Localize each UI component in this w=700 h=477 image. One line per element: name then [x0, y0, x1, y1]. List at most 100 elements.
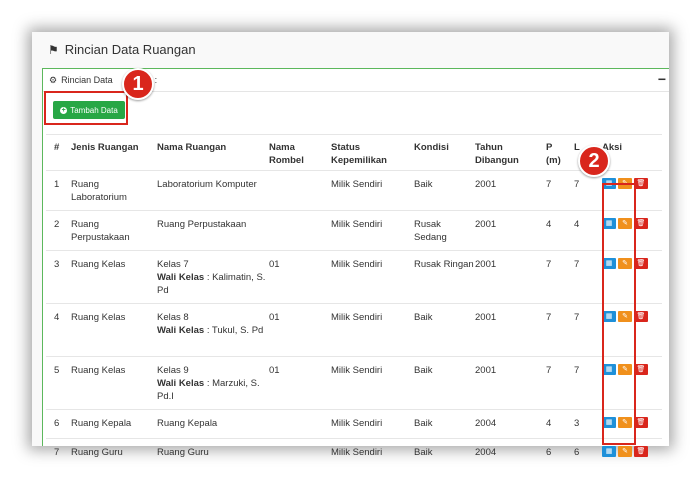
delete-button[interactable]: 🗑 — [634, 446, 648, 457]
page-title-text: Rincian Data Ruangan — [64, 42, 196, 57]
delete-button[interactable]: 🗑 — [634, 311, 648, 322]
delete-button[interactable]: 🗑 — [634, 218, 648, 229]
delete-button[interactable]: 🗑 — [634, 178, 648, 189]
table-row: 4 Ruang Kelas Kelas 8 Wali Kelas : Tukul, S… — [46, 303, 662, 357]
cell-number: 6 — [46, 409, 71, 439]
table-row: 6 Ruang Kepala Ruang Kepala Milik Sendiri Ba… — [46, 409, 662, 439]
room-name-text: Kelas 7 — [157, 259, 189, 270]
cell-number: 4 — [46, 303, 71, 357]
cell-year: 2004 — [475, 438, 546, 459]
delete-button[interactable]: 🗑 — [634, 258, 648, 269]
col-year: Tahun Dibangun — [475, 134, 546, 171]
col-actions: Aksi — [602, 134, 662, 171]
cell-condition: Baik — [414, 356, 475, 410]
cell-condition: Baik — [414, 438, 475, 459]
table-header-row: # Jenis Ruangan Nama Ruangan Nama Rombel … — [46, 134, 662, 171]
cell-width: 7 — [574, 250, 602, 304]
cell-ownership: Milik Sendiri — [331, 170, 414, 211]
cell-room-name: Kelas 7 Wali Kelas : Kalimatin, S. Pd — [157, 250, 269, 304]
row-actions: ▦ ✎ 🗑 — [602, 446, 662, 457]
cell-rombel — [269, 409, 331, 439]
cell-ownership: Milik Sendiri — [331, 409, 414, 439]
cell-year: 2001 — [475, 303, 546, 357]
cell-year: 2001 — [475, 170, 546, 211]
page-title: ⚑ Rincian Data Ruangan — [48, 42, 196, 57]
cell-room-type: Ruang Kelas — [71, 356, 157, 410]
cell-room-name: Ruang Perpustakaan — [157, 210, 269, 251]
callout-2-highlight — [602, 183, 636, 445]
col-year-line1: Tahun — [475, 142, 503, 153]
cell-number: 7 — [46, 438, 71, 459]
col-ownership-line2: Kepemilikan — [331, 155, 387, 166]
cell-number: 2 — [46, 210, 71, 251]
view-button[interactable]: ▦ — [602, 446, 616, 457]
col-rombel-line2: Rombel — [269, 155, 304, 166]
cell-width: 7 — [574, 303, 602, 357]
cell-ownership: Milik Sendiri — [331, 210, 414, 251]
cell-room-type: Ruang Kepala — [71, 409, 157, 439]
col-length-line1: P — [546, 142, 553, 153]
cell-rombel: 01 — [269, 356, 331, 410]
col-condition: Kondisi — [414, 134, 475, 171]
cell-length: 7 — [546, 170, 574, 211]
cell-length: 4 — [546, 409, 574, 439]
room-table: # Jenis Ruangan Nama Ruangan Nama Rombel … — [46, 134, 662, 459]
cell-condition: Rusak Ringan — [414, 250, 475, 304]
cell-condition: Baik — [414, 170, 475, 211]
col-room-type: Jenis Ruangan — [71, 134, 157, 171]
cell-year: 2001 — [475, 250, 546, 304]
cell-ownership: Milik Sendiri — [331, 250, 414, 304]
room-name-text: Kelas 8 — [157, 312, 189, 323]
room-name-text: Laboratorium Komputer — [157, 179, 257, 190]
table-row: 7 Ruang Guru Ruang Guru Milik Sendiri Baik 20… — [46, 438, 662, 459]
homeroom-label: Wali Kelas — [157, 325, 205, 336]
collapse-button[interactable]: − — [658, 71, 666, 87]
col-rombel-line1: Nama — [269, 142, 295, 153]
cell-ownership: Milik Sendiri — [331, 438, 414, 459]
cell-length: 4 — [546, 210, 574, 251]
table-row: 3 Ruang Kelas Kelas 7 Wali Kelas : Kalimati… — [46, 250, 662, 304]
cell-room-name: Kelas 8 Wali Kelas : Tukul, S. Pd — [157, 303, 269, 357]
panel-title: Rincian Data — [61, 75, 113, 85]
room-name-text: Ruang Kepala — [157, 418, 218, 429]
cell-ownership: Milik Sendiri — [331, 303, 414, 357]
cell-rombel — [269, 170, 331, 211]
room-name-text: Kelas 9 — [157, 365, 189, 376]
cell-width: 7 — [574, 356, 602, 410]
callout-2-badge: 2 — [578, 145, 610, 177]
callout-1-badge: 1 — [122, 68, 154, 100]
col-length-line2: (m) — [546, 155, 561, 166]
col-length: P (m) — [546, 134, 574, 171]
delete-button[interactable]: 🗑 — [634, 364, 648, 375]
cell-room-type: Ruang Guru — [71, 438, 157, 459]
tags-icon: ⚑ — [48, 42, 59, 57]
cell-year: 2001 — [475, 356, 546, 410]
cell-year: 2004 — [475, 409, 546, 439]
table-row: 5 Ruang Kelas Kelas 9 Wali Kelas : Marzuki,… — [46, 356, 662, 410]
cell-length: 7 — [546, 303, 574, 357]
col-year-line2: Dibangun — [475, 155, 519, 166]
cell-rombel: 01 — [269, 303, 331, 357]
table-row: 1 Ruang Laboratorium Laboratorium Komputer… — [46, 170, 662, 211]
cell-length: 6 — [546, 438, 574, 459]
cell-ownership: Milik Sendiri — [331, 356, 414, 410]
cell-condition: Baik — [414, 409, 475, 439]
cell-number: 3 — [46, 250, 71, 304]
room-name-text: Ruang Guru — [157, 447, 209, 458]
cell-length: 7 — [546, 250, 574, 304]
cell-number: 5 — [46, 356, 71, 410]
cell-room-name: Laboratorium Komputer — [157, 170, 269, 211]
delete-button[interactable]: 🗑 — [634, 417, 648, 428]
cell-rombel: 01 — [269, 250, 331, 304]
cell-condition: Rusak Sedang — [414, 210, 475, 251]
cell-year: 2001 — [475, 210, 546, 251]
cell-room-type: Ruang Kelas — [71, 250, 157, 304]
cell-room-type: Ruang Laboratorium — [71, 170, 157, 211]
edit-button[interactable]: ✎ — [618, 446, 632, 457]
cell-length: 7 — [546, 356, 574, 410]
cell-width: 4 — [574, 210, 602, 251]
cell-room-name: Ruang Guru — [157, 438, 269, 459]
homeroom-label: Wali Kelas — [157, 272, 205, 283]
cell-rombel — [269, 210, 331, 251]
col-room-name: Nama Ruangan — [157, 134, 269, 171]
